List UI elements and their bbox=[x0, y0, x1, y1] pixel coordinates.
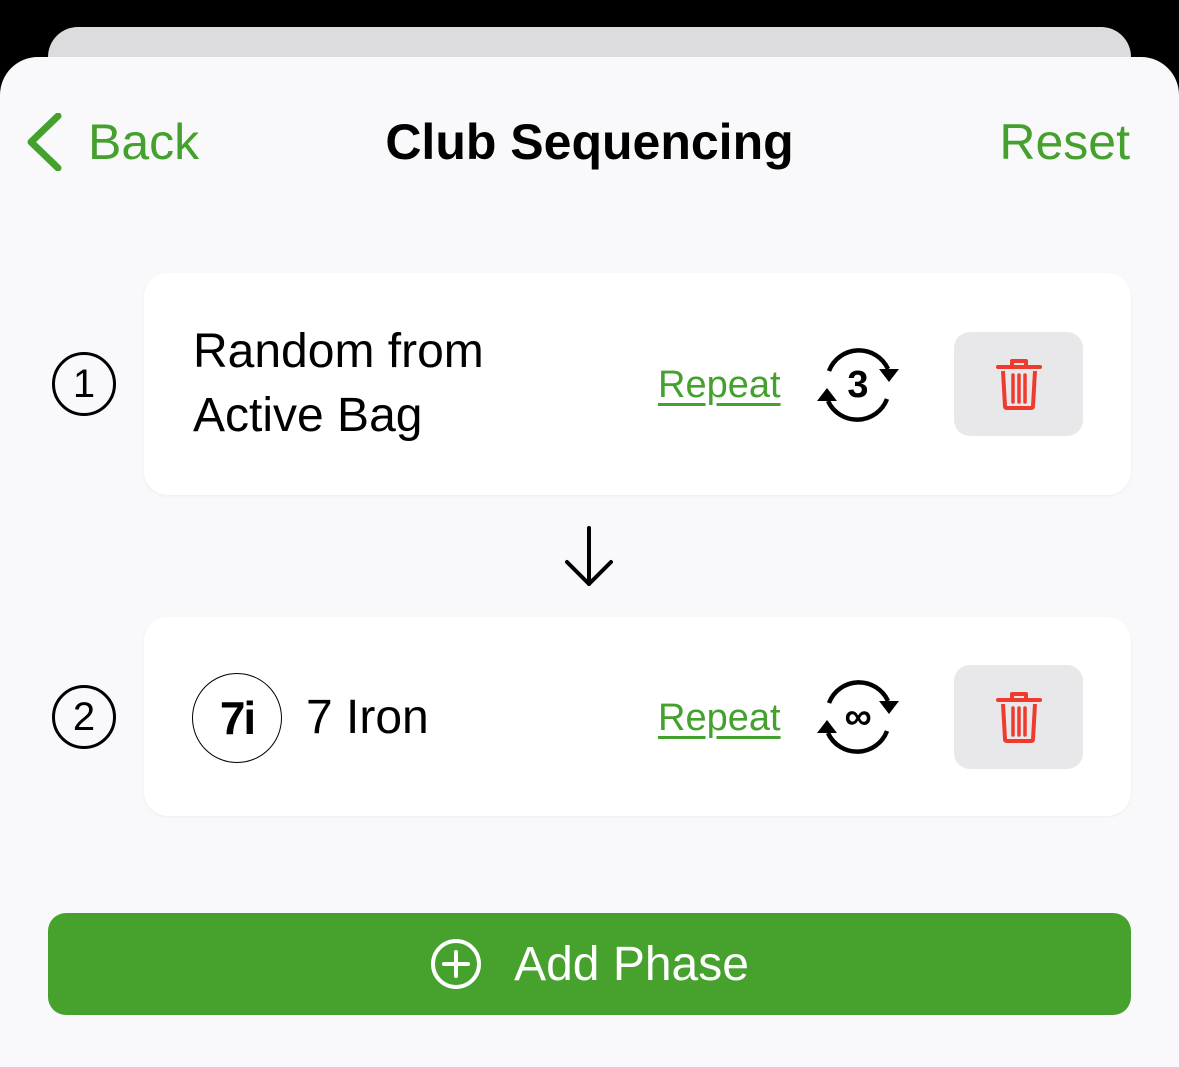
phase-card: Random from Active Bag Repeat 3 bbox=[144, 273, 1131, 495]
phase-title: 7 Iron bbox=[306, 691, 429, 744]
phase-number-badge: 1 bbox=[52, 352, 116, 416]
arrow-down-icon bbox=[565, 526, 613, 586]
reset-button[interactable]: Reset bbox=[999, 112, 1130, 172]
repeat-count-icon[interactable]: 3 bbox=[808, 335, 908, 435]
plus-circle-icon bbox=[431, 939, 482, 989]
delete-phase-button[interactable] bbox=[954, 665, 1083, 769]
trash-icon bbox=[995, 359, 1042, 410]
delete-phase-button[interactable] bbox=[954, 332, 1083, 436]
repeat-link[interactable]: Repeat bbox=[658, 693, 781, 743]
repeat-infinite-icon[interactable]: ∞ bbox=[808, 667, 908, 767]
add-phase-button[interactable]: Add Phase bbox=[48, 913, 1131, 1015]
repeat-count: 3 bbox=[847, 363, 869, 406]
club-badge: 7i bbox=[192, 673, 282, 763]
phase-title: Random from Active Bag bbox=[193, 325, 484, 442]
repeat-link[interactable]: Repeat bbox=[658, 360, 781, 410]
phase-card: 7i 7 Iron Repeat ∞ bbox=[144, 617, 1131, 816]
phase-number-badge: 2 bbox=[52, 685, 116, 749]
repeat-count: ∞ bbox=[844, 695, 872, 738]
add-phase-label: Add Phase bbox=[514, 937, 749, 991]
trash-icon bbox=[995, 692, 1042, 743]
